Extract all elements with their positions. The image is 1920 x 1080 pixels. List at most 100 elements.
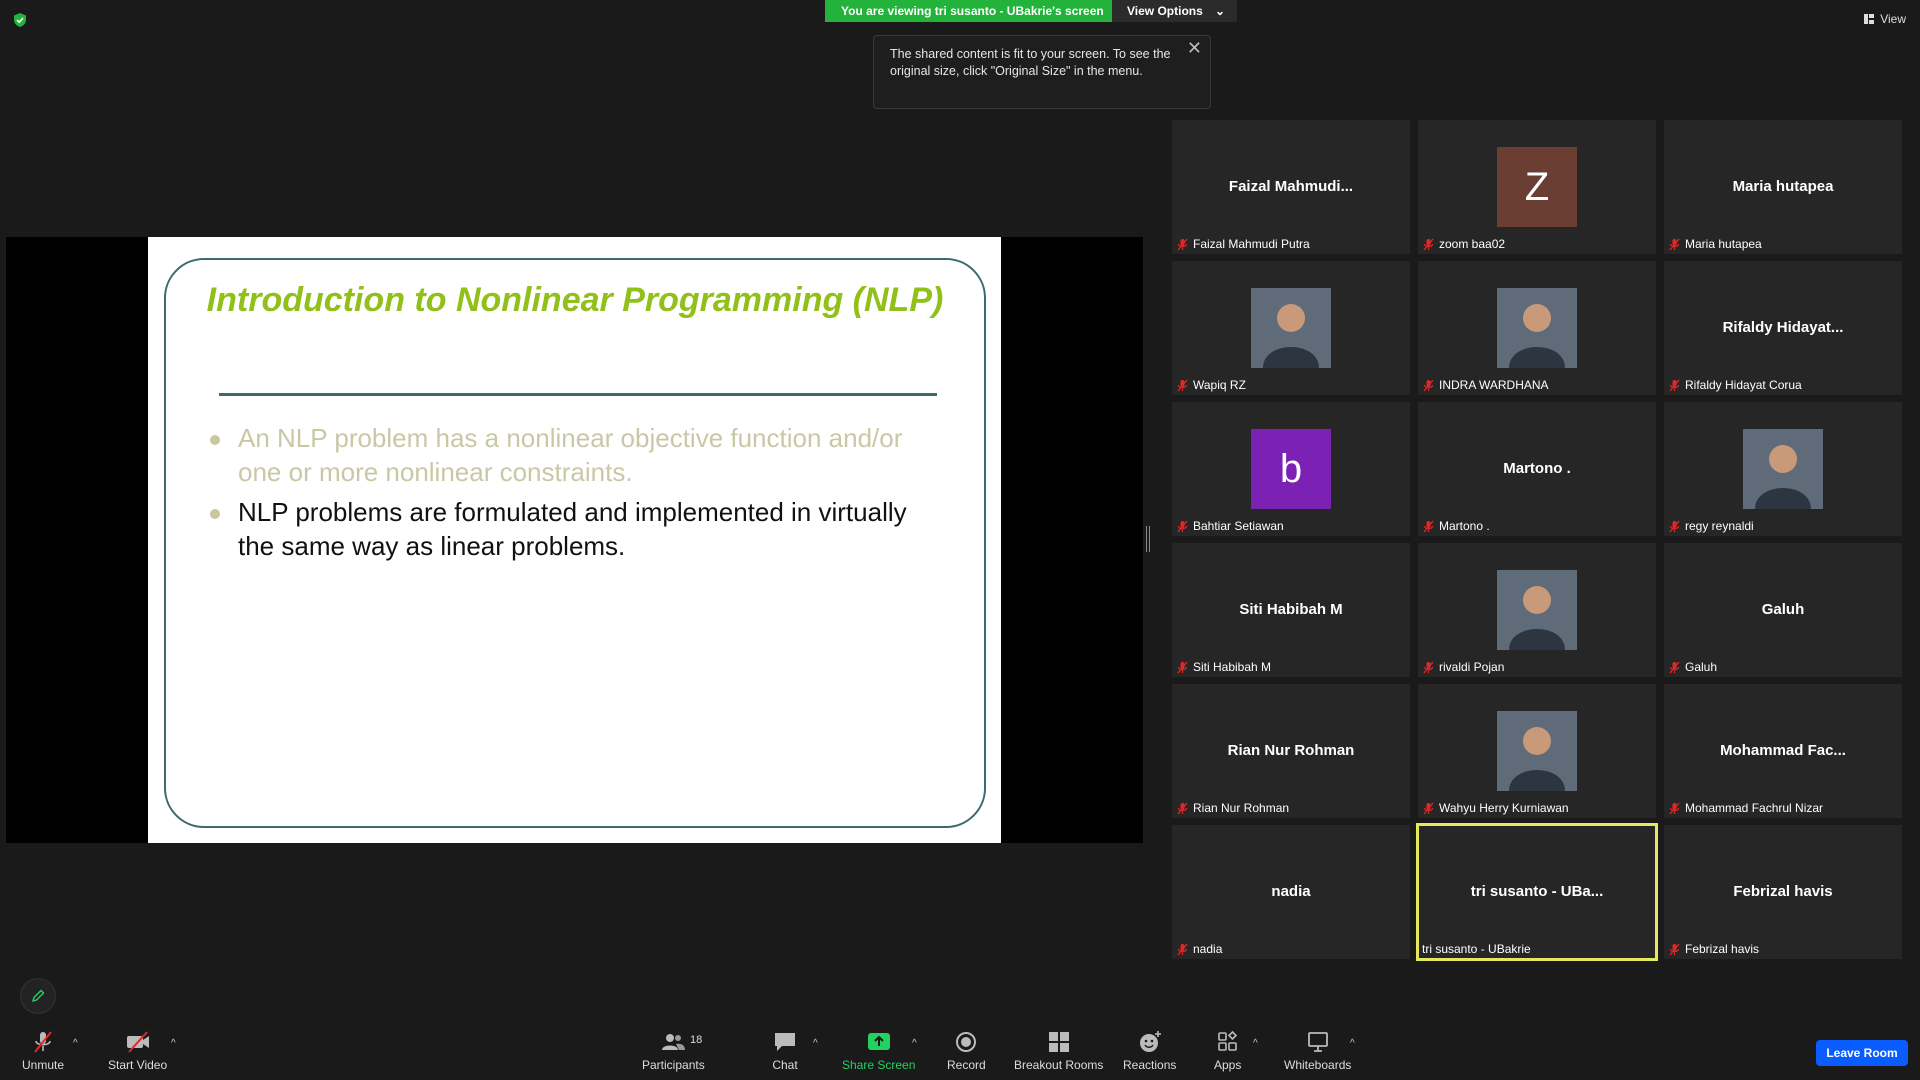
microphone-muted-icon bbox=[34, 1031, 52, 1053]
participant-tile[interactable]: b Bahtiar Setiawan bbox=[1172, 402, 1410, 536]
photo-person-icon bbox=[1251, 288, 1331, 368]
participant-display-name: Siti Habibah M bbox=[1239, 601, 1343, 618]
microphone-muted-icon bbox=[1423, 661, 1434, 673]
apps-button[interactable]: Apps bbox=[1214, 1030, 1241, 1072]
leave-room-button[interactable]: Leave Room bbox=[1816, 1040, 1908, 1066]
participant-display-name: nadia bbox=[1271, 883, 1311, 900]
apps-options-chevron-icon[interactable]: ^ bbox=[1253, 1038, 1258, 1049]
participant-tile[interactable]: Faizal Mahmudi... Faizal Mahmudi Putra bbox=[1172, 120, 1410, 254]
microphone-muted-icon bbox=[1669, 802, 1680, 814]
video-camera-off-icon bbox=[126, 1031, 149, 1053]
participant-tile[interactable]: nadia nadia bbox=[1172, 825, 1410, 959]
view-label: View bbox=[1880, 12, 1906, 26]
participant-name-label: Bahtiar Setiawan bbox=[1176, 519, 1284, 533]
microphone-muted-icon bbox=[1423, 520, 1434, 532]
unmute-label: Unmute bbox=[22, 1058, 65, 1072]
participant-tile[interactable]: INDRA WARDHANA bbox=[1418, 261, 1656, 395]
participant-avatar: b bbox=[1251, 429, 1331, 509]
breakout-rooms-button[interactable]: Breakout Rooms bbox=[1014, 1030, 1103, 1072]
close-icon[interactable]: ✕ bbox=[1187, 39, 1202, 57]
participant-tile[interactable]: Wahyu Herry Kurniawan bbox=[1418, 684, 1656, 818]
tooltip-text: The shared content is fit to your screen… bbox=[890, 47, 1171, 78]
participant-name: Martono . bbox=[1439, 519, 1490, 533]
view-options-button[interactable]: View Options ⌄ bbox=[1112, 0, 1237, 22]
participant-name-label: Mohammad Fachrul Nizar bbox=[1668, 801, 1823, 815]
shared-screen[interactable]: Introduction to Nonlinear Programming (N… bbox=[6, 237, 1143, 843]
panel-resize-handle[interactable] bbox=[1146, 526, 1150, 552]
participant-name: INDRA WARDHANA bbox=[1439, 378, 1549, 392]
record-button[interactable]: Record bbox=[947, 1030, 986, 1072]
participant-tile[interactable]: Siti Habibah M Siti Habibah M bbox=[1172, 543, 1410, 677]
participant-name-label: Martono . bbox=[1422, 519, 1490, 533]
microphone-muted-icon bbox=[1423, 238, 1434, 250]
participant-display-name: Febrizal havis bbox=[1733, 883, 1833, 900]
apps-label: Apps bbox=[1214, 1058, 1242, 1072]
participant-tile[interactable]: Wapiq RZ bbox=[1172, 261, 1410, 395]
microphone-muted-icon bbox=[1177, 520, 1188, 532]
photo-person-icon bbox=[1743, 429, 1823, 509]
share-screen-icon bbox=[867, 1033, 890, 1050]
participant-name-label: INDRA WARDHANA bbox=[1422, 378, 1549, 392]
participant-name: Rifaldy Hidayat Corua bbox=[1685, 378, 1802, 392]
participant-display-name: Mohammad Fac... bbox=[1720, 742, 1846, 759]
share-options-chevron-icon[interactable]: ^ bbox=[912, 1038, 917, 1049]
view-button[interactable]: View bbox=[1863, 12, 1906, 26]
share-screen-button[interactable]: Share Screen bbox=[842, 1030, 915, 1072]
reactions-label: Reactions bbox=[1123, 1058, 1177, 1072]
whiteboards-options-chevron-icon[interactable]: ^ bbox=[1350, 1038, 1355, 1049]
photo-person-icon bbox=[1497, 288, 1577, 368]
screen-share-banner: You are viewing tri susanto - UBakrie's … bbox=[825, 0, 1237, 22]
microphone-muted-icon bbox=[1669, 379, 1680, 391]
annotate-button[interactable] bbox=[20, 978, 56, 1014]
participant-tile[interactable]: Rifaldy Hidayat... Rifaldy Hidayat Corua bbox=[1664, 261, 1902, 395]
participant-name-label: Febrizal havis bbox=[1668, 942, 1759, 956]
participant-name-label: rivaldi Pojan bbox=[1422, 660, 1504, 674]
participant-name: tri susanto - UBakrie bbox=[1422, 942, 1531, 956]
whiteboard-icon bbox=[1307, 1032, 1328, 1052]
participant-name: Mohammad Fachrul Nizar bbox=[1685, 801, 1824, 815]
whiteboards-label: Whiteboards bbox=[1284, 1058, 1352, 1072]
audio-options-chevron-icon[interactable]: ^ bbox=[73, 1038, 78, 1049]
participants-icon bbox=[662, 1034, 686, 1050]
participants-count: 18 bbox=[690, 1034, 703, 1046]
microphone-muted-icon bbox=[1177, 379, 1188, 391]
participant-gallery: Faizal Mahmudi... Faizal Mahmudi Putra Zzo… bbox=[1172, 120, 1902, 961]
reactions-button[interactable]: Reactions bbox=[1123, 1030, 1176, 1072]
participant-tile[interactable]: Martono . Martono . bbox=[1418, 402, 1656, 536]
slide-bullet: An NLP problem has a nonlinear objective… bbox=[206, 421, 926, 489]
participant-tile[interactable]: regy reynaldi bbox=[1664, 402, 1902, 536]
whiteboards-button[interactable]: Whiteboards bbox=[1284, 1030, 1351, 1072]
microphone-muted-icon bbox=[1177, 661, 1188, 673]
participant-tile[interactable]: Febrizal havis Febrizal havis bbox=[1664, 825, 1902, 959]
participant-tile[interactable]: Maria hutapea Maria hutapea bbox=[1664, 120, 1902, 254]
participant-name: rivaldi Pojan bbox=[1439, 660, 1505, 674]
participant-tile[interactable]: tri susanto - UBa... tri susanto - UBakri… bbox=[1416, 823, 1658, 961]
participant-name: regy reynaldi bbox=[1685, 519, 1754, 533]
participant-name-label: Wahyu Herry Kurniawan bbox=[1422, 801, 1569, 815]
fit-to-screen-tooltip: The shared content is fit to your screen… bbox=[873, 35, 1211, 109]
participant-name-label: Siti Habibah M bbox=[1176, 660, 1271, 674]
unmute-button[interactable]: Unmute bbox=[22, 1030, 64, 1072]
chat-options-chevron-icon[interactable]: ^ bbox=[813, 1038, 818, 1049]
participant-name-label: Maria hutapea bbox=[1668, 237, 1762, 251]
record-icon bbox=[956, 1032, 977, 1052]
video-options-chevron-icon[interactable]: ^ bbox=[171, 1038, 176, 1049]
participant-display-name: Maria hutapea bbox=[1732, 178, 1834, 195]
participant-name-label: Rifaldy Hidayat Corua bbox=[1668, 378, 1802, 392]
participant-tile[interactable]: Mohammad Fac... Mohammad Fachrul Nizar bbox=[1664, 684, 1902, 818]
security-shield-icon[interactable] bbox=[12, 12, 28, 28]
participant-name: Galuh bbox=[1685, 660, 1718, 674]
photo-person-icon bbox=[1497, 570, 1577, 650]
participant-tile[interactable]: Galuh Galuh bbox=[1664, 543, 1902, 677]
microphone-muted-icon bbox=[1177, 802, 1188, 814]
start-video-button[interactable]: Start Video bbox=[108, 1030, 167, 1072]
participant-tile[interactable]: Rian Nur Rohman Rian Nur Rohman bbox=[1172, 684, 1410, 818]
participant-avatar: Z bbox=[1497, 147, 1577, 227]
microphone-muted-icon bbox=[1669, 238, 1680, 250]
chat-icon bbox=[775, 1033, 795, 1051]
slide-divider bbox=[219, 393, 937, 396]
participant-tile[interactable]: Zzoom baa02 bbox=[1418, 120, 1656, 254]
participant-name: Febrizal havis bbox=[1685, 942, 1760, 956]
chat-button[interactable]: Chat bbox=[772, 1030, 798, 1072]
participant-tile[interactable]: rivaldi Pojan bbox=[1418, 543, 1656, 677]
